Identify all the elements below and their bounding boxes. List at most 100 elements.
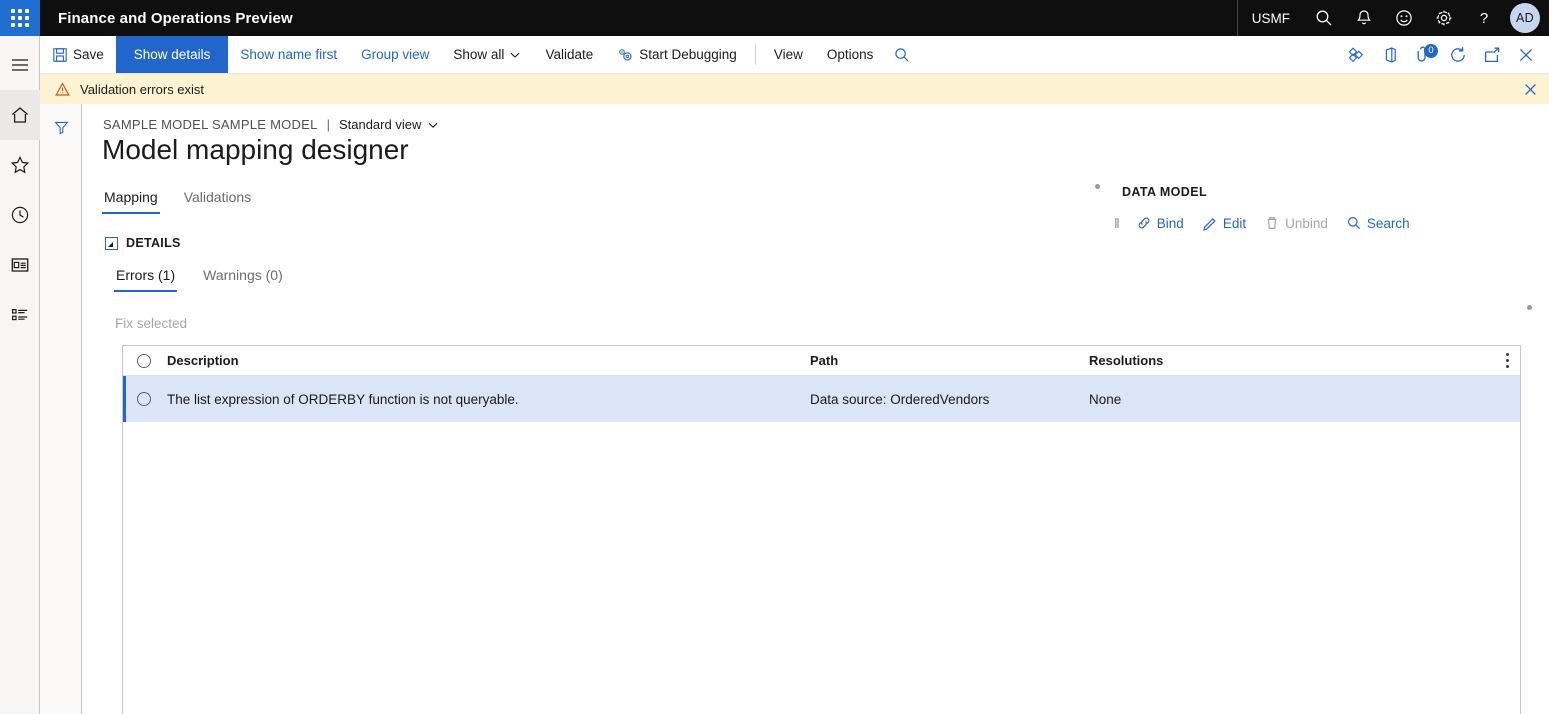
cell-description: The list expression of ORDERBY function … — [167, 391, 519, 407]
errors-grid: Description Path Resolutions The list ex… — [122, 345, 1521, 714]
data-model-title: DATA MODEL — [1122, 185, 1208, 199]
warning-triangle-icon — [54, 81, 71, 98]
feedback-smiley-icon[interactable] — [1384, 0, 1424, 36]
trash-delete-icon — [1267, 217, 1277, 229]
validate-label: Validate — [545, 47, 594, 62]
hamburger-menu-icon[interactable] — [0, 40, 40, 90]
workspaces-icon[interactable] — [0, 240, 40, 290]
page-title: Model mapping designer — [102, 134, 409, 165]
toolbar-right-actions: 0 — [1339, 36, 1549, 73]
company-selector[interactable]: USMF — [1238, 11, 1304, 26]
validation-message-bar: Validation errors exist — [40, 74, 1549, 104]
breadcrumb-separator: | — [326, 117, 330, 132]
show-name-first-button[interactable]: Show name first — [228, 36, 349, 73]
select-all-radio[interactable] — [137, 353, 151, 368]
column-header-path[interactable]: Path — [810, 353, 1089, 368]
share-diamond-icon[interactable] — [1339, 36, 1373, 74]
show-all-label: Show all — [453, 47, 505, 62]
refresh-icon[interactable] — [1441, 36, 1475, 74]
options-menu-button[interactable]: Options — [815, 36, 886, 73]
unbind-button-label: Unbind — [1285, 215, 1328, 231]
attachments-pin-icon[interactable]: 0 — [1407, 36, 1441, 74]
search-button[interactable]: Search — [1339, 212, 1417, 234]
office-app-icon[interactable] — [1373, 36, 1407, 74]
show-details-button[interactable]: Show details — [115, 36, 229, 73]
tab-errors[interactable]: Errors (1) — [114, 264, 178, 292]
select-all-cell[interactable] — [123, 353, 165, 368]
tab-warnings[interactable]: Warnings (0) — [201, 264, 285, 292]
toolbar-search-icon[interactable] — [885, 36, 919, 74]
notifications-bell-icon[interactable] — [1344, 0, 1384, 36]
filter-funnel-icon[interactable] — [40, 114, 82, 140]
column-header-resolutions[interactable]: Resolutions — [1089, 353, 1494, 368]
collapse-caret-icon[interactable] — [105, 236, 118, 250]
breadcrumb-view-selector[interactable]: Standard view — [339, 117, 439, 132]
table-row[interactable]: The list expression of ORDERBY function … — [123, 376, 1520, 422]
chevron-down-icon — [428, 122, 438, 128]
panel-resize-dot-left — [1095, 184, 1100, 189]
breadcrumb: SAMPLE MODEL SAMPLE MODEL | Standard vie… — [103, 117, 439, 132]
start-debugging-button[interactable]: Start Debugging — [605, 36, 749, 73]
app-title: Finance and Operations Preview — [58, 9, 293, 27]
start-debugging-label: Start Debugging — [639, 47, 737, 62]
group-view-button[interactable]: Group view — [349, 36, 441, 73]
unbind-button[interactable]: Unbind — [1257, 212, 1335, 234]
close-icon[interactable] — [1509, 36, 1543, 74]
recent-clock-icon[interactable] — [0, 190, 40, 240]
validate-button[interactable]: Validate — [533, 36, 605, 73]
data-model-actions: ‖ Bind Edit Unbind Search — [1108, 212, 1417, 234]
view-label: View — [773, 47, 803, 62]
breadcrumb-view-label: Standard view — [338, 117, 422, 132]
group-view-label: Group view — [361, 47, 430, 62]
modules-list-icon[interactable] — [0, 290, 40, 340]
toolbar-divider — [754, 44, 756, 65]
search-button-label: Search — [1366, 215, 1410, 231]
tab-mapping[interactable]: Mapping — [102, 186, 160, 214]
settings-gear-icon[interactable] — [1424, 0, 1464, 36]
page-tabs: Mapping Validations — [102, 186, 253, 214]
panel-splitter-handle[interactable]: ‖ — [1108, 215, 1125, 231]
details-subtabs: Errors (1) Warnings (0) — [114, 264, 285, 292]
validation-message-text: Validation errors exist — [80, 81, 205, 97]
navigation-rail — [0, 36, 40, 714]
main-content: SAMPLE MODEL SAMPLE MODEL | Standard vie… — [82, 104, 1549, 714]
options-label: Options — [826, 47, 874, 62]
filter-pane — [40, 104, 82, 714]
message-bar-close-icon[interactable] — [1511, 74, 1549, 104]
panel-resize-dot-right — [1527, 305, 1532, 310]
app-header: Finance and Operations Preview USMF ? AD — [0, 0, 1549, 36]
header-actions: USMF ? AD — [1238, 0, 1549, 36]
edit-button-label: Edit — [1222, 215, 1247, 231]
save-button[interactable]: Save — [40, 36, 116, 73]
search-icon — [1347, 217, 1360, 230]
help-question-icon[interactable]: ? — [1464, 0, 1504, 36]
debug-gears-icon — [619, 48, 632, 61]
edit-button[interactable]: Edit — [1195, 212, 1253, 234]
row-select-radio[interactable] — [137, 392, 151, 406]
cell-path: Data source: OrderedVendors — [810, 391, 990, 407]
search-icon[interactable] — [1304, 0, 1344, 36]
action-toolbar: Save Show details Show name first Group … — [40, 36, 1549, 74]
waffle-grid-icon[interactable] — [0, 0, 40, 36]
show-details-label: Show details — [133, 47, 211, 62]
vertical-dots-icon[interactable] — [1494, 353, 1520, 368]
grid-header-row: Description Path Resolutions — [123, 346, 1520, 376]
sidebar-item-home[interactable] — [0, 90, 40, 140]
column-header-description[interactable]: Description — [165, 353, 810, 368]
pencil-edit-icon — [1203, 218, 1216, 231]
avatar[interactable]: AD — [1510, 3, 1540, 33]
show-all-dropdown[interactable]: Show all — [441, 36, 533, 73]
tab-validations[interactable]: Validations — [182, 186, 253, 214]
svg-text:?: ? — [1480, 10, 1488, 27]
cell-resolutions: None — [1089, 391, 1122, 407]
row-select-cell[interactable] — [123, 392, 165, 406]
chevron-down-icon — [511, 52, 520, 58]
details-section-header[interactable]: DETAILS — [105, 236, 181, 250]
view-menu-button[interactable]: View — [762, 36, 815, 73]
favorites-star-icon[interactable] — [0, 140, 40, 190]
fix-selected-button[interactable]: Fix selected — [115, 316, 187, 331]
bind-button[interactable]: Bind — [1129, 212, 1191, 234]
open-in-new-window-icon[interactable] — [1475, 36, 1509, 74]
breadcrumb-model: SAMPLE MODEL SAMPLE MODEL — [103, 117, 318, 132]
attachments-count-badge: 0 — [1424, 43, 1438, 58]
